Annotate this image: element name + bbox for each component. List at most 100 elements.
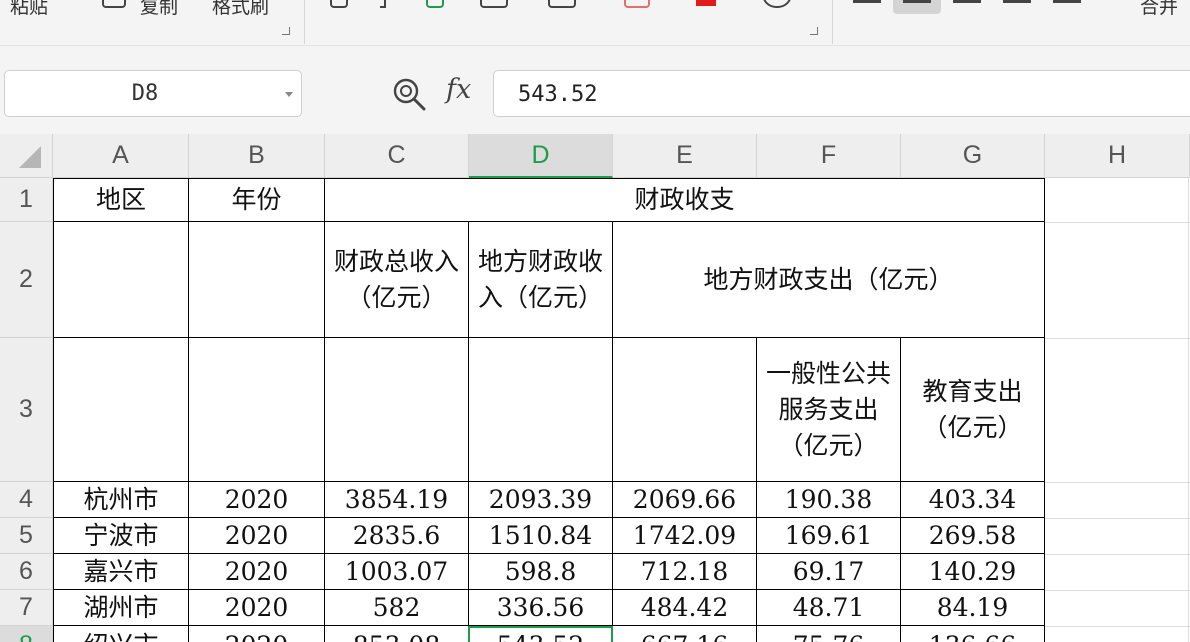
cell-b2[interactable] <box>189 222 325 338</box>
cell-a3[interactable] <box>53 338 189 482</box>
cell-f7[interactable]: 48.71 <box>757 590 901 626</box>
formula-value: 543.52 <box>518 82 598 107</box>
cell-g3[interactable]: 教育支出（亿元） <box>901 338 1045 482</box>
cell-c4[interactable]: 3854.19 <box>325 482 469 518</box>
bold-icon[interactable] <box>330 0 348 8</box>
cell-d4[interactable]: 2093.39 <box>469 482 613 518</box>
cell-g6[interactable]: 140.29 <box>901 554 1045 590</box>
cell-f8[interactable]: 75.76 <box>757 626 901 642</box>
column-header-b[interactable]: B <box>189 134 325 178</box>
cell-e2-merged[interactable]: 地方财政支出（亿元） <box>613 222 1045 338</box>
clipboard-dialog-launcher-icon[interactable] <box>282 27 290 35</box>
cell-f5[interactable]: 169.61 <box>757 518 901 554</box>
cell-g4[interactable]: 403.34 <box>901 482 1045 518</box>
align-middle-icon[interactable] <box>903 0 931 3</box>
cell-f6[interactable]: 69.17 <box>757 554 901 590</box>
row-header-8[interactable]: 8 <box>0 626 53 642</box>
cell-b3[interactable] <box>189 338 325 482</box>
formula-input[interactable]: 543.52 <box>493 70 1190 117</box>
spreadsheet-grid[interactable]: A B C D E F G H 1 2 3 4 5 6 7 8 地区 年份 财政… <box>0 134 1190 642</box>
row-header-6[interactable]: 6 <box>0 554 53 590</box>
cell-c8[interactable]: 853.08 <box>325 626 469 642</box>
cell-d6[interactable]: 598.8 <box>469 554 613 590</box>
cell-e5[interactable]: 1742.09 <box>613 518 757 554</box>
ribbon-toolbar: 粘贴 复制 格式刷 合并 <box>0 0 1190 46</box>
gridline <box>1045 222 1190 223</box>
copy-button[interactable]: 复制 <box>140 0 178 19</box>
fill-color-icon[interactable] <box>624 0 650 8</box>
cell-f3[interactable]: 一般性公共服务支出（亿元） <box>757 338 901 482</box>
row-header-3[interactable]: 3 <box>0 338 53 482</box>
column-header-h[interactable]: H <box>1045 134 1190 178</box>
cell-c2[interactable]: 财政总收入（亿元） <box>325 222 469 338</box>
cell-c6[interactable]: 1003.07 <box>325 554 469 590</box>
column-header-a[interactable]: A <box>53 134 189 178</box>
ribbon-separator <box>304 0 305 44</box>
italic-icon[interactable] <box>380 0 386 8</box>
chevron-down-icon[interactable] <box>285 92 293 97</box>
cell-a7[interactable]: 湖州市 <box>53 590 189 626</box>
align-top-icon[interactable] <box>853 0 881 3</box>
cell-e4[interactable]: 2069.66 <box>613 482 757 518</box>
cell-a8[interactable]: 绍兴市 <box>53 626 189 642</box>
border-icon[interactable] <box>480 0 508 8</box>
cell-f4[interactable]: 190.38 <box>757 482 901 518</box>
cell-c7[interactable]: 582 <box>325 590 469 626</box>
cell-c3[interactable] <box>325 338 469 482</box>
cell-g7[interactable]: 84.19 <box>901 590 1045 626</box>
cell-d3[interactable] <box>469 338 613 482</box>
cell-a2[interactable] <box>53 222 189 338</box>
cell-g8[interactable]: 136.66 <box>901 626 1045 642</box>
underline-icon[interactable] <box>426 0 444 8</box>
cell-d5[interactable]: 1510.84 <box>469 518 613 554</box>
formula-bar: D8 fx 543.52 <box>0 46 1190 134</box>
cell-e7[interactable]: 484.42 <box>613 590 757 626</box>
cell-e6[interactable]: 712.18 <box>613 554 757 590</box>
row-header-7[interactable]: 7 <box>0 590 53 626</box>
cell-b4[interactable]: 2020 <box>189 482 325 518</box>
function-button[interactable]: fx <box>446 74 471 105</box>
cell-e8[interactable]: 667.16 <box>613 626 757 642</box>
cell-d7[interactable]: 336.56 <box>469 590 613 626</box>
row-header-2[interactable]: 2 <box>0 222 53 338</box>
cell-a1[interactable]: 地区 <box>53 178 189 222</box>
column-header-c[interactable]: C <box>325 134 469 178</box>
cell-d2[interactable]: 地方财政收入（亿元） <box>469 222 613 338</box>
zoom-search-icon[interactable] <box>392 77 426 111</box>
gridline <box>1045 626 1190 627</box>
gridline <box>1045 518 1190 519</box>
column-header-e[interactable]: E <box>613 134 757 178</box>
cell-b7[interactable]: 2020 <box>189 590 325 626</box>
cell-b1[interactable]: 年份 <box>189 178 325 222</box>
merge-cells-icon[interactable] <box>548 0 576 8</box>
cell-g5[interactable]: 269.58 <box>901 518 1045 554</box>
align-bottom-icon[interactable] <box>953 0 981 3</box>
row-header-4[interactable]: 4 <box>0 482 53 518</box>
row-header-5[interactable]: 5 <box>0 518 53 554</box>
cell-a4[interactable]: 杭州市 <box>53 482 189 518</box>
cell-c5[interactable]: 2835.6 <box>325 518 469 554</box>
cell-e3[interactable] <box>613 338 757 482</box>
cell-b6[interactable]: 2020 <box>189 554 325 590</box>
font-color-icon[interactable] <box>696 0 716 6</box>
column-header-g[interactable]: G <box>901 134 1045 178</box>
select-all-button[interactable] <box>0 134 53 178</box>
column-header-f[interactable]: F <box>757 134 901 178</box>
cell-c1-merged[interactable]: 财政收支 <box>325 178 1045 222</box>
merge-button[interactable]: 合并 <box>1140 0 1178 19</box>
cell-b8[interactable]: 2020 <box>189 626 325 642</box>
row-header-1[interactable]: 1 <box>0 178 53 222</box>
font-dialog-launcher-icon[interactable] <box>810 27 818 35</box>
format-painter-button[interactable]: 格式刷 <box>212 0 269 19</box>
ribbon-separator <box>832 0 833 44</box>
name-box[interactable]: D8 <box>4 70 302 117</box>
paste-button[interactable]: 粘贴 <box>10 0 48 19</box>
clear-format-icon[interactable] <box>762 0 792 8</box>
align-center-icon[interactable] <box>1053 0 1081 3</box>
gridline <box>1045 554 1190 555</box>
align-left-icon[interactable] <box>1003 0 1031 3</box>
cell-a5[interactable]: 宁波市 <box>53 518 189 554</box>
cell-a6[interactable]: 嘉兴市 <box>53 554 189 590</box>
column-header-d[interactable]: D <box>469 134 613 178</box>
cell-b5[interactable]: 2020 <box>189 518 325 554</box>
